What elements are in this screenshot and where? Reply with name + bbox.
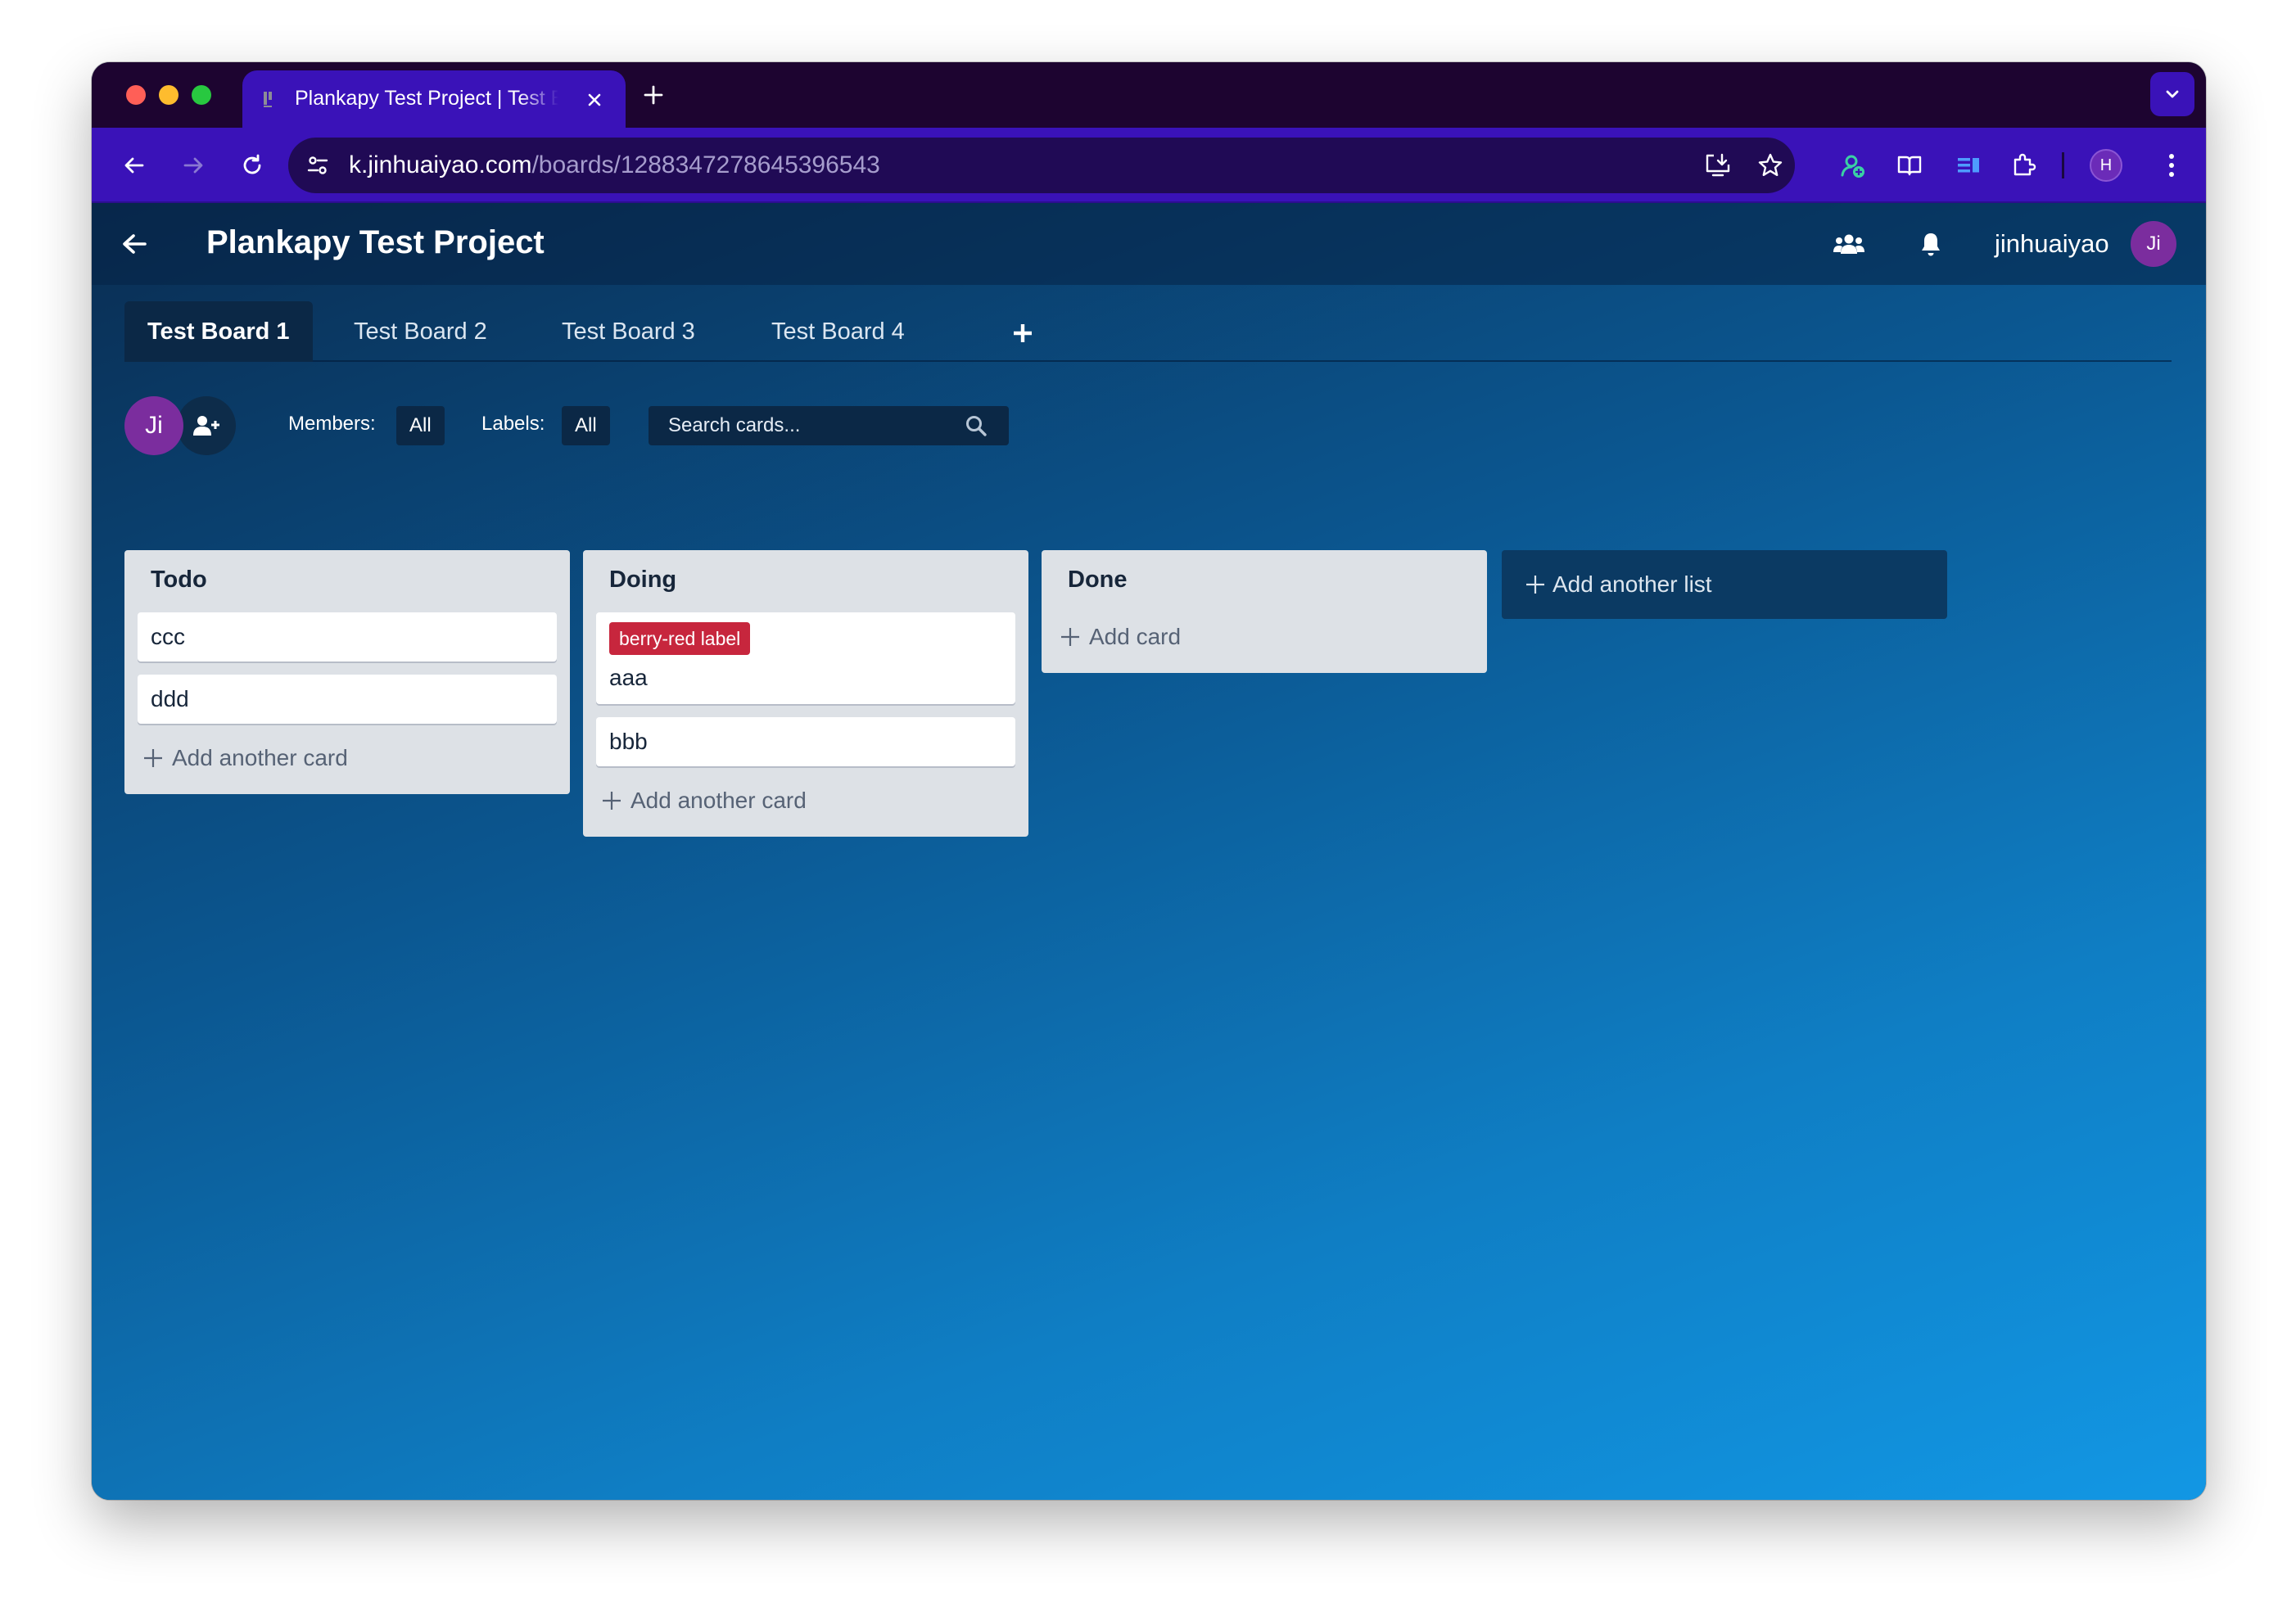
browser-tab-active[interactable]: Plankapy Test Project | Test Board 1 (242, 70, 626, 128)
card[interactable]: ccc (138, 612, 557, 661)
tab-close-icon[interactable] (581, 87, 608, 113)
add-card-button[interactable]: Add another card (142, 742, 348, 774)
card-label-badge: berry-red label (609, 622, 751, 655)
add-user-icon (193, 416, 219, 436)
search-cards-input[interactable] (649, 406, 976, 445)
tab-search-button[interactable] (2150, 72, 2194, 116)
planka-app: Plankapy Test Project jinhuaiyao Ji Test… (92, 203, 2206, 1500)
card-title: ccc (151, 624, 185, 649)
project-title: Plankapy Test Project (206, 224, 545, 260)
labels-filter-label: Labels: (481, 413, 545, 435)
app-header: Plankapy Test Project jinhuaiyao Ji (92, 203, 2206, 285)
board-tab-2[interactable]: Test Board 2 (331, 301, 510, 362)
members-filter-button[interactable]: All (396, 406, 445, 445)
search-cards-box (649, 406, 1009, 445)
reload-button[interactable] (233, 146, 272, 185)
card[interactable]: ddd (138, 675, 557, 724)
search-icon[interactable] (963, 413, 989, 439)
card-title: ddd (151, 686, 189, 711)
add-card-label: Add card (1089, 624, 1182, 649)
site-info-icon[interactable] (300, 147, 336, 183)
board-tab-4[interactable]: Test Board 4 (748, 301, 928, 362)
plus-icon (1525, 574, 1546, 595)
close-window-button[interactable] (126, 85, 146, 105)
card-title: aaa (609, 665, 648, 690)
minimize-window-button[interactable] (159, 85, 179, 105)
url-host: k.jinhuaiyao.com (349, 151, 532, 178)
list-done: Done Add card (1042, 550, 1487, 673)
add-board-icon[interactable] (1007, 318, 1038, 349)
user-avatar[interactable]: Ji (2131, 221, 2176, 267)
add-member-button[interactable] (177, 396, 236, 455)
list-title[interactable]: Done (1068, 567, 1128, 594)
add-card-button[interactable]: Add another card (601, 784, 807, 817)
list-title[interactable]: Doing (609, 567, 676, 594)
card[interactable]: bbb (596, 717, 1015, 766)
card[interactable]: berry-red label aaa (596, 612, 1015, 704)
add-card-label: Add another card (630, 788, 807, 813)
add-card-button[interactable]: Add card (1060, 621, 1181, 653)
extension-account-icon[interactable] (1833, 146, 1872, 185)
list-doing: Doing berry-red label aaa bbb Add anothe… (583, 550, 1028, 837)
labels-filter-button[interactable]: All (562, 406, 610, 445)
list-title[interactable]: Todo (151, 567, 207, 594)
reading-mode-icon[interactable] (1890, 146, 1929, 185)
profile-avatar[interactable]: H (2090, 149, 2122, 182)
browser-toolbar: k.jinhuaiyao.com/boards/1288347278645396… (92, 128, 2206, 203)
side-panel-extension-icon[interactable] (1949, 146, 1988, 185)
project-members-icon[interactable] (1831, 226, 1867, 262)
board-member-avatar[interactable]: Ji (124, 396, 183, 455)
favicon-icon (260, 90, 277, 108)
new-tab-button[interactable] (639, 80, 668, 110)
address-bar[interactable]: k.jinhuaiyao.com/boards/1288347278645396… (288, 138, 1795, 193)
tab-strip: Plankapy Test Project | Test Board 1 (92, 62, 2206, 128)
board-tab-1[interactable]: Test Board 1 (124, 301, 313, 362)
plus-icon (142, 747, 164, 769)
fullscreen-window-button[interactable] (192, 85, 211, 105)
url-text[interactable]: k.jinhuaiyao.com/boards/1288347278645396… (349, 151, 880, 181)
bookmark-star-icon[interactable] (1752, 147, 1788, 183)
browser-menu-icon[interactable] (2152, 146, 2191, 185)
user-name[interactable]: jinhuaiyao (1995, 229, 2109, 259)
back-button[interactable] (115, 146, 154, 185)
add-list-label: Add another list (1553, 571, 1712, 597)
toolbar-divider (2062, 152, 2064, 178)
plus-icon (1060, 626, 1081, 648)
boards-tabs: Test Board 1 Test Board 2 Test Board 3 T… (124, 285, 2172, 362)
back-to-projects-icon[interactable] (118, 228, 151, 260)
tab-title: Plankapy Test Project | Test Board 1 (295, 87, 558, 110)
install-app-icon[interactable] (1700, 147, 1736, 183)
forward-button[interactable] (174, 146, 213, 185)
board-tab-3[interactable]: Test Board 3 (539, 301, 718, 362)
add-card-label: Add another card (172, 745, 348, 770)
add-list-button[interactable]: Add another list (1502, 550, 1947, 619)
plus-icon (601, 790, 622, 811)
members-filter-label: Members: (288, 413, 376, 435)
browser-window: Plankapy Test Project | Test Board 1 (92, 62, 2206, 1500)
notifications-bell-icon[interactable] (1913, 226, 1949, 262)
card-title: bbb (609, 729, 648, 754)
list-todo: Todo ccc ddd Add another card (124, 550, 570, 794)
url-path: /boards/1288347278645396543 (531, 151, 880, 178)
extensions-puzzle-icon[interactable] (2004, 146, 2044, 185)
